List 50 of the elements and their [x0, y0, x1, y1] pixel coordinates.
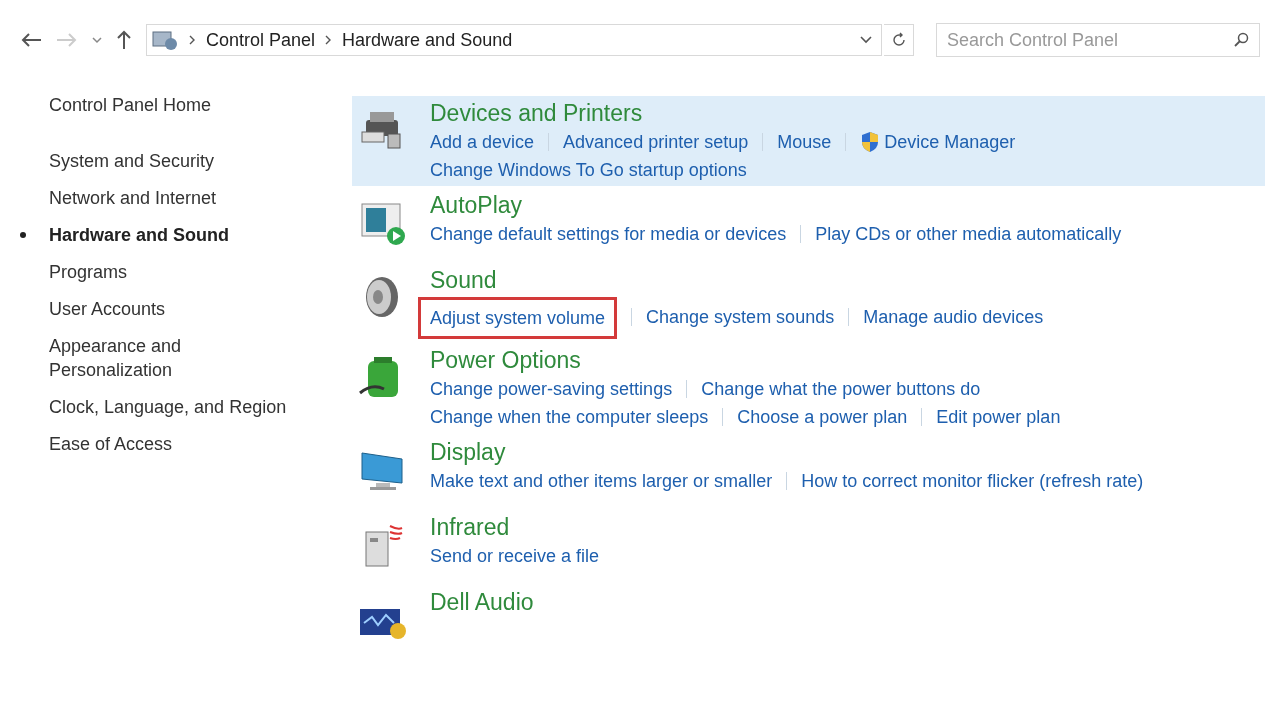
sidebar-link[interactable]: Appearance and Personalization: [49, 334, 309, 382]
chevron-icon: [325, 35, 333, 45]
task-link[interactable]: How to correct monitor flicker (refresh rate): [801, 467, 1144, 495]
task-link[interactable]: Change what the power buttons do: [701, 375, 981, 403]
chevron-icon: [189, 35, 196, 45]
task-link[interactable]: Choose a power plan: [737, 403, 908, 431]
task-link[interactable]: Edit power plan: [936, 403, 1061, 431]
task-link[interactable]: Make text and other items larger or smaller: [430, 467, 773, 495]
sidebar-link[interactable]: Programs: [49, 260, 309, 284]
dropdown-caret-icon[interactable]: [859, 35, 873, 45]
task-link[interactable]: Device Manager: [860, 128, 1016, 156]
sidebar-link[interactable]: User Accounts: [49, 297, 309, 321]
category-title[interactable]: Devices and Printers: [430, 98, 1016, 128]
category-title[interactable]: Infrared: [430, 512, 600, 542]
sidebar-link[interactable]: Clock, Language, and Region: [49, 395, 309, 419]
shield-icon: [860, 131, 881, 153]
search-field[interactable]: Search Control Panel: [936, 23, 1260, 57]
task-link[interactable]: Change when the computer sleeps: [430, 403, 709, 431]
task-link[interactable]: Adjust system volume: [430, 304, 606, 332]
task-link[interactable]: Advanced printer setup: [563, 128, 749, 156]
task-link[interactable]: Change Windows To Go startup options: [430, 156, 747, 184]
category-title[interactable]: AutoPlay: [430, 190, 1122, 220]
task-link[interactable]: Add a device: [430, 128, 535, 156]
back-button[interactable]: [20, 32, 42, 48]
recent-dropdown-button[interactable]: [92, 36, 102, 44]
category-title[interactable]: Sound: [430, 265, 1044, 295]
task-link[interactable]: Change system sounds: [646, 303, 835, 331]
selected-bullet-icon: [20, 232, 26, 238]
breadcrumb-item[interactable]: Hardware and Sound: [342, 26, 513, 54]
category-title[interactable]: Power Options: [430, 345, 1061, 375]
task-link[interactable]: Send or receive a file: [430, 542, 600, 570]
task-link[interactable]: Play CDs or other media automatically: [815, 220, 1122, 248]
refresh-button[interactable]: [884, 24, 914, 56]
task-link[interactable]: Mouse: [777, 128, 832, 156]
sidebar-link[interactable]: Ease of Access: [49, 432, 309, 456]
sidebar-link[interactable]: Network and Internet: [49, 186, 309, 210]
category-title[interactable]: Display: [430, 437, 1144, 467]
address-bar[interactable]: Control Panel Hardware and Sound: [146, 24, 882, 56]
breadcrumb-item[interactable]: Control Panel: [206, 26, 316, 54]
sidebar-link[interactable]: Hardware and Sound: [49, 223, 309, 247]
refresh-icon: [890, 32, 907, 48]
home-link[interactable]: Control Panel Home: [49, 92, 352, 119]
search-icon: [1234, 32, 1250, 48]
task-link[interactable]: Change default settings for media or devices: [430, 220, 787, 248]
control-panel-icon: [151, 29, 179, 51]
up-button[interactable]: [116, 30, 132, 50]
sidebar-link[interactable]: System and Security: [49, 149, 309, 173]
task-link[interactable]: Change power-saving settings: [430, 375, 673, 403]
task-link[interactable]: Manage audio devices: [863, 303, 1044, 331]
category-title[interactable]: Dell Audio: [430, 587, 534, 617]
